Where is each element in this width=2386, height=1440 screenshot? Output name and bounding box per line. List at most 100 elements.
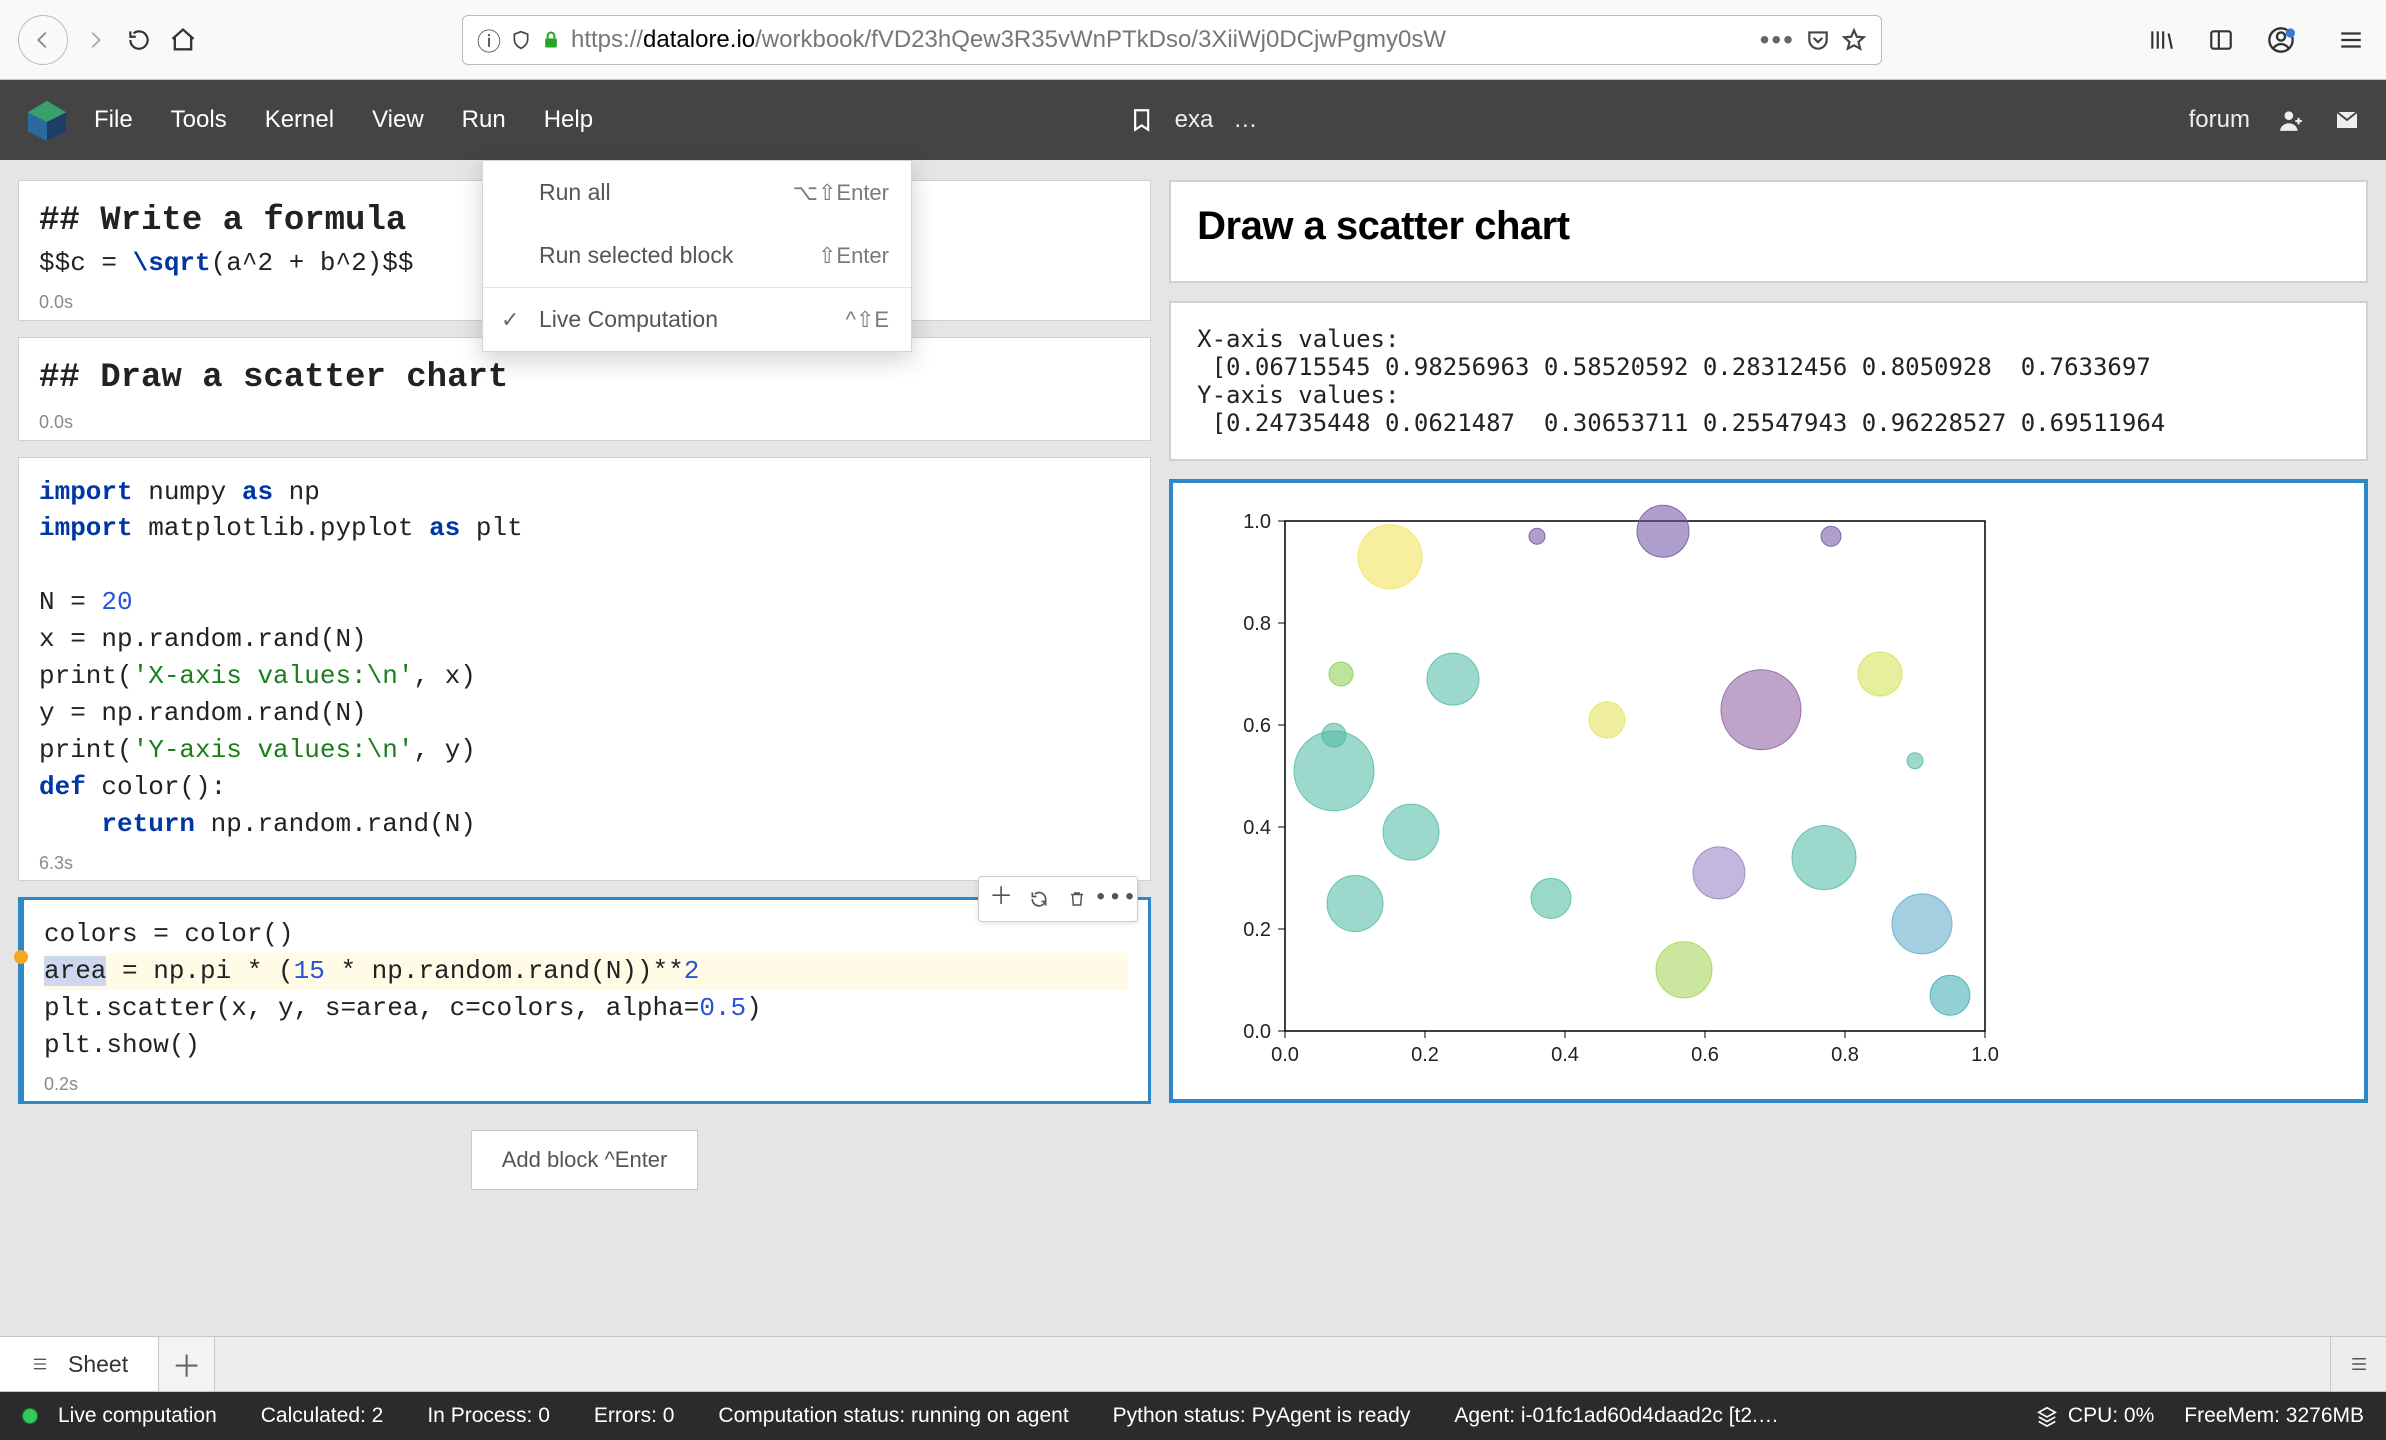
rerun-cell-button[interactable]: [1021, 881, 1057, 917]
code-line: print('Y-axis values:\n', y): [39, 732, 1130, 769]
svg-text:1.0: 1.0: [1243, 511, 1271, 533]
forum-link[interactable]: forum: [2189, 106, 2250, 134]
cell-time: 0.0s: [39, 410, 1130, 436]
menu-run[interactable]: Run: [462, 102, 506, 138]
svg-text:0.6: 0.6: [1243, 715, 1271, 737]
arrow-left-icon: [32, 29, 54, 51]
cell-toolbar: ＋ •••: [978, 876, 1138, 922]
refresh-icon: [1029, 889, 1049, 909]
info-icon: ⓘ: [477, 22, 501, 57]
svg-text:0.2: 0.2: [1411, 1044, 1439, 1066]
datalore-logo-icon: [24, 97, 70, 143]
svg-text:0.0: 0.0: [1243, 1021, 1271, 1043]
workbook-name-ellipsis: …: [1233, 106, 1257, 134]
code-line: def color():: [39, 769, 1130, 806]
account-icon[interactable]: [2264, 23, 2298, 57]
menu-tools[interactable]: Tools: [171, 102, 227, 138]
add-cell-button[interactable]: ＋: [983, 881, 1019, 917]
status-mem: FreeMem: 3276MB: [2184, 1404, 2364, 1428]
mail-icon[interactable]: [2332, 108, 2362, 132]
app-menu-button[interactable]: [2334, 23, 2368, 57]
code-line: print('X-axis values:\n', x): [39, 658, 1130, 695]
code-line: colors = color(): [44, 916, 1128, 953]
sheet-options-button[interactable]: [2330, 1337, 2386, 1391]
reload-icon: [126, 27, 152, 53]
scatter-chart: 0.00.20.40.60.81.0 0.00.20.40.60.81.0: [1195, 501, 2015, 1081]
code-cell-plot[interactable]: ＋ ••• colors = color() area = np.pi * (1…: [18, 897, 1151, 1104]
warning-gutter-icon: [14, 950, 28, 964]
add-block-button[interactable]: Add block ^Enter: [471, 1130, 699, 1190]
workbook-name[interactable]: exa: [1175, 106, 1214, 134]
run-menu-dropdown: Run all⌥⇧Enter Run selected block⇧Enter …: [482, 160, 912, 352]
back-button[interactable]: [18, 15, 68, 65]
arrow-right-icon: [84, 29, 106, 51]
status-agent: Agent: i-01fc1ad60d4daad2c [t2.…: [1454, 1404, 1779, 1428]
output-heading-cell: Draw a scatter chart: [1169, 180, 2368, 283]
status-comp: Computation status: running on agent: [718, 1404, 1068, 1428]
sheet-tab-label: Sheet: [68, 1351, 128, 1378]
code-line: N = 20: [39, 584, 1130, 621]
code-line: import numpy as np: [39, 474, 1130, 511]
live-computation-toggle[interactable]: ✓ Live Computation^⇧E: [483, 287, 911, 351]
menu-help[interactable]: Help: [544, 102, 593, 138]
more-cell-button[interactable]: •••: [1097, 881, 1133, 917]
code-line: import matplotlib.pyplot as plt: [39, 510, 1130, 547]
code-line: return np.random.rand(N): [39, 806, 1130, 843]
add-sheet-button[interactable]: ＋: [159, 1337, 215, 1391]
code-line: y = np.random.rand(N): [39, 695, 1130, 732]
markdown-cell-scatter-head[interactable]: ## Draw a scatter chart 0.0s: [18, 337, 1151, 441]
output-chart-cell: 0.00.20.40.60.81.0 0.00.20.40.60.81.0: [1169, 479, 2368, 1103]
workspace: ## Write a formula $$c = \sqrt(a^2 + b^2…: [0, 160, 2386, 1336]
status-errors: Errors: 0: [594, 1404, 675, 1428]
md-source-line: ## Draw a scatter chart: [39, 354, 1130, 402]
library-icon[interactable]: [2144, 23, 2178, 57]
run-all[interactable]: Run all⌥⇧Enter: [483, 161, 911, 224]
output-text-cell: X-axis values: [0.06715545 0.98256963 0.…: [1169, 301, 2368, 461]
cell-time: 6.3s: [39, 851, 1130, 877]
svg-text:0.0: 0.0: [1271, 1044, 1299, 1066]
menu-kernel[interactable]: Kernel: [265, 102, 334, 138]
sheet-tab[interactable]: Sheet: [0, 1337, 159, 1391]
output-heading: Draw a scatter chart: [1197, 204, 2340, 249]
url-text: https://datalore.io/workbook/fVD23hQew3R…: [571, 26, 1446, 54]
home-icon: [169, 26, 197, 54]
home-button[interactable]: [166, 23, 200, 57]
run-selected-block[interactable]: Run selected block⇧Enter: [483, 224, 911, 287]
layers-icon: [2036, 1405, 2058, 1427]
address-bar[interactable]: ⓘ https://datalore.io/workbook/fVD23hQew…: [462, 15, 1882, 65]
svg-text:0.8: 0.8: [1243, 613, 1271, 635]
star-icon[interactable]: [1841, 27, 1867, 53]
svg-text:0.4: 0.4: [1243, 817, 1271, 839]
svg-text:0.6: 0.6: [1691, 1044, 1719, 1066]
app-menubar: File Tools Kernel View Run Help exa … fo…: [0, 80, 2386, 160]
svg-text:0.2: 0.2: [1243, 919, 1271, 941]
shield-icon: [511, 29, 531, 51]
code-cell-imports[interactable]: import numpy as np import matplotlib.pyp…: [18, 457, 1151, 882]
svg-text:0.4: 0.4: [1551, 1044, 1579, 1066]
code-line: [39, 547, 1130, 584]
status-live[interactable]: Live computation: [22, 1404, 217, 1428]
check-icon: ✓: [501, 307, 519, 333]
sheet-menu-icon[interactable]: [30, 1356, 50, 1372]
menu-file[interactable]: File: [94, 102, 133, 138]
trash-icon: [1068, 889, 1086, 909]
status-python: Python status: PyAgent is ready: [1113, 1404, 1411, 1428]
cell-time: 0.2s: [44, 1072, 1128, 1098]
delete-cell-button[interactable]: [1059, 881, 1095, 917]
status-inprocess: In Process: 0: [427, 1404, 550, 1428]
pocket-icon[interactable]: [1805, 27, 1831, 53]
lock-icon: [541, 29, 561, 51]
share-user-icon[interactable]: [2278, 107, 2304, 133]
menu-view[interactable]: View: [372, 102, 424, 138]
browser-toolbar: ⓘ https://datalore.io/workbook/fVD23hQew…: [0, 0, 2386, 80]
output-pane: Draw a scatter chart X-axis values: [0.0…: [1169, 160, 2386, 1336]
code-line: x = np.random.rand(N): [39, 621, 1130, 658]
forward-button[interactable]: [78, 23, 112, 57]
status-dot-icon: [22, 1408, 38, 1424]
reload-button[interactable]: [122, 23, 156, 57]
bookmark-icon[interactable]: [1129, 105, 1155, 135]
page-actions-ellipsis[interactable]: •••: [1760, 24, 1795, 56]
sidebar-icon[interactable]: [2204, 23, 2238, 57]
code-line: plt.scatter(x, y, s=area, c=colors, alph…: [44, 990, 1128, 1027]
status-cpu: CPU: 0%: [2036, 1404, 2154, 1428]
